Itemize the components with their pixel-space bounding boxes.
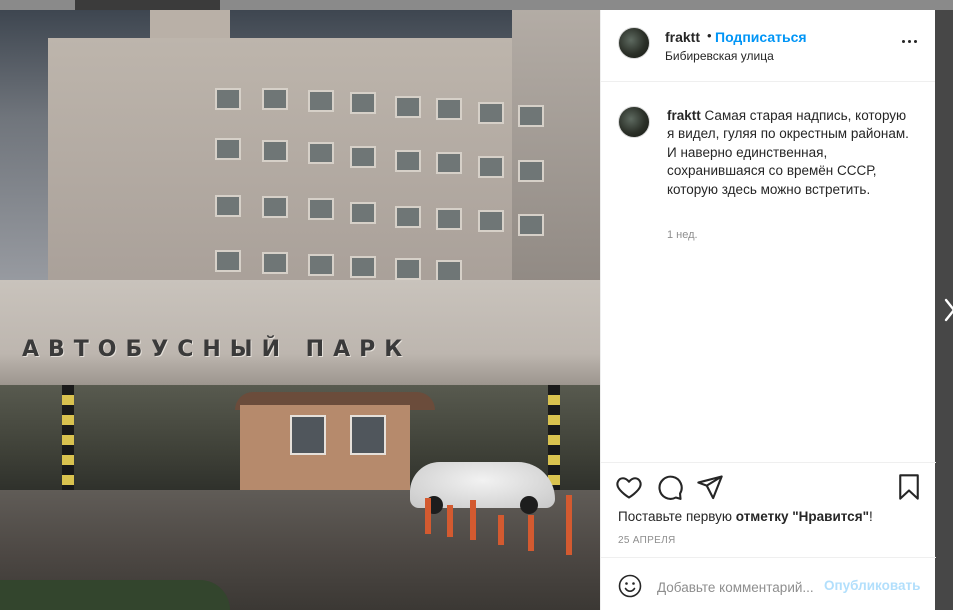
photo-window: [518, 105, 544, 127]
photo-window: [262, 88, 288, 110]
photo-window: [395, 150, 421, 172]
more-dot: [908, 40, 911, 43]
chevron-right-icon[interactable]: [943, 296, 953, 324]
photo-window: [395, 206, 421, 228]
caption-body: Самая старая надпись, которую я видел, г…: [667, 108, 909, 197]
photo-window: [478, 102, 504, 124]
photo-window: [350, 202, 376, 224]
photo-building-right: [512, 10, 600, 300]
caption-username[interactable]: fraktt: [667, 108, 701, 123]
photo-window: [350, 92, 376, 114]
likes-suffix: !: [868, 509, 873, 524]
publish-button[interactable]: Опубликовать: [824, 578, 920, 593]
photo-window: [215, 250, 241, 272]
post-date[interactable]: 25 АПРЕЛЯ: [618, 535, 675, 546]
photo-window: [308, 90, 334, 112]
photo-window: [436, 260, 462, 282]
photo-window: [436, 98, 462, 120]
photo-window: [395, 258, 421, 280]
photo-window: [262, 196, 288, 218]
photo-pillar: [62, 385, 74, 495]
separator-dot: •: [707, 28, 712, 43]
photo-cone: [528, 515, 534, 551]
avatar[interactable]: [618, 27, 650, 59]
photo-window: [308, 254, 334, 276]
photo-building-top: [150, 10, 230, 40]
photo-window: [308, 142, 334, 164]
photo-window: [350, 256, 376, 278]
backdrop: [0, 0, 953, 10]
action-bar: Поставьте первую отметку "Нравится"! 25 …: [601, 462, 936, 610]
likes-prefix: Поставьте первую: [618, 509, 736, 524]
backdrop-post-strip: [75, 0, 220, 10]
like-link[interactable]: отметку "Нравится": [736, 509, 869, 524]
post-modal: АВТОБУСНЫЙ ПАРК fraktt • Подписаться Биб…: [0, 10, 936, 610]
more-options-icon[interactable]: [901, 36, 919, 48]
likes-text: Поставьте первую отметку "Нравится"!: [618, 509, 873, 524]
photo-window: [518, 160, 544, 182]
more-dot: [902, 40, 905, 43]
post-header: fraktt • Подписаться Бибиревская улица: [601, 10, 935, 82]
photo-car-wheel: [520, 496, 538, 514]
photo-window: [518, 214, 544, 236]
photo-booth-window: [290, 415, 326, 455]
smile-icon[interactable]: [618, 574, 642, 598]
photo-booth-window: [350, 415, 386, 455]
bookmark-icon[interactable]: [895, 473, 923, 501]
photo-cone: [447, 505, 453, 537]
photo-window: [436, 152, 462, 174]
comment-icon[interactable]: [656, 473, 684, 501]
caption-text: fraktt Самая старая надпись, которую я в…: [667, 107, 917, 199]
caption-timestamp[interactable]: 1 нед.: [667, 229, 698, 241]
heart-icon[interactable]: [615, 473, 643, 501]
photo-window: [215, 138, 241, 160]
photo-window: [308, 198, 334, 220]
more-dot: [914, 40, 917, 43]
location-link[interactable]: Бибиревская улица: [665, 49, 774, 63]
paper-plane-icon[interactable]: [696, 473, 724, 501]
caption-avatar[interactable]: [618, 106, 650, 138]
photo-window: [436, 208, 462, 230]
comment-input[interactable]: [657, 577, 817, 597]
comment-bar: Опубликовать: [601, 557, 936, 610]
photo-window: [262, 252, 288, 274]
photo-facade: [0, 280, 600, 385]
photo-pillar: [548, 385, 560, 495]
photo-cone: [566, 495, 572, 555]
photo-cone: [470, 500, 476, 540]
photo-window: [350, 146, 376, 168]
username-link[interactable]: fraktt: [665, 29, 700, 45]
photo-cone: [498, 515, 504, 545]
photo-sign-text: АВТОБУСНЫЙ ПАРК: [22, 337, 412, 362]
photo-grass: [0, 580, 230, 610]
photo-window: [395, 96, 421, 118]
photo-window: [478, 156, 504, 178]
photo-window: [215, 88, 241, 110]
photo-window: [215, 195, 241, 217]
post-photo[interactable]: АВТОБУСНЫЙ ПАРК: [0, 10, 600, 610]
photo-window: [478, 210, 504, 232]
photo-window: [262, 140, 288, 162]
photo-cone: [425, 498, 431, 534]
post-side-panel: fraktt • Подписаться Бибиревская улица f…: [600, 10, 936, 610]
follow-button[interactable]: Подписаться: [715, 29, 807, 45]
